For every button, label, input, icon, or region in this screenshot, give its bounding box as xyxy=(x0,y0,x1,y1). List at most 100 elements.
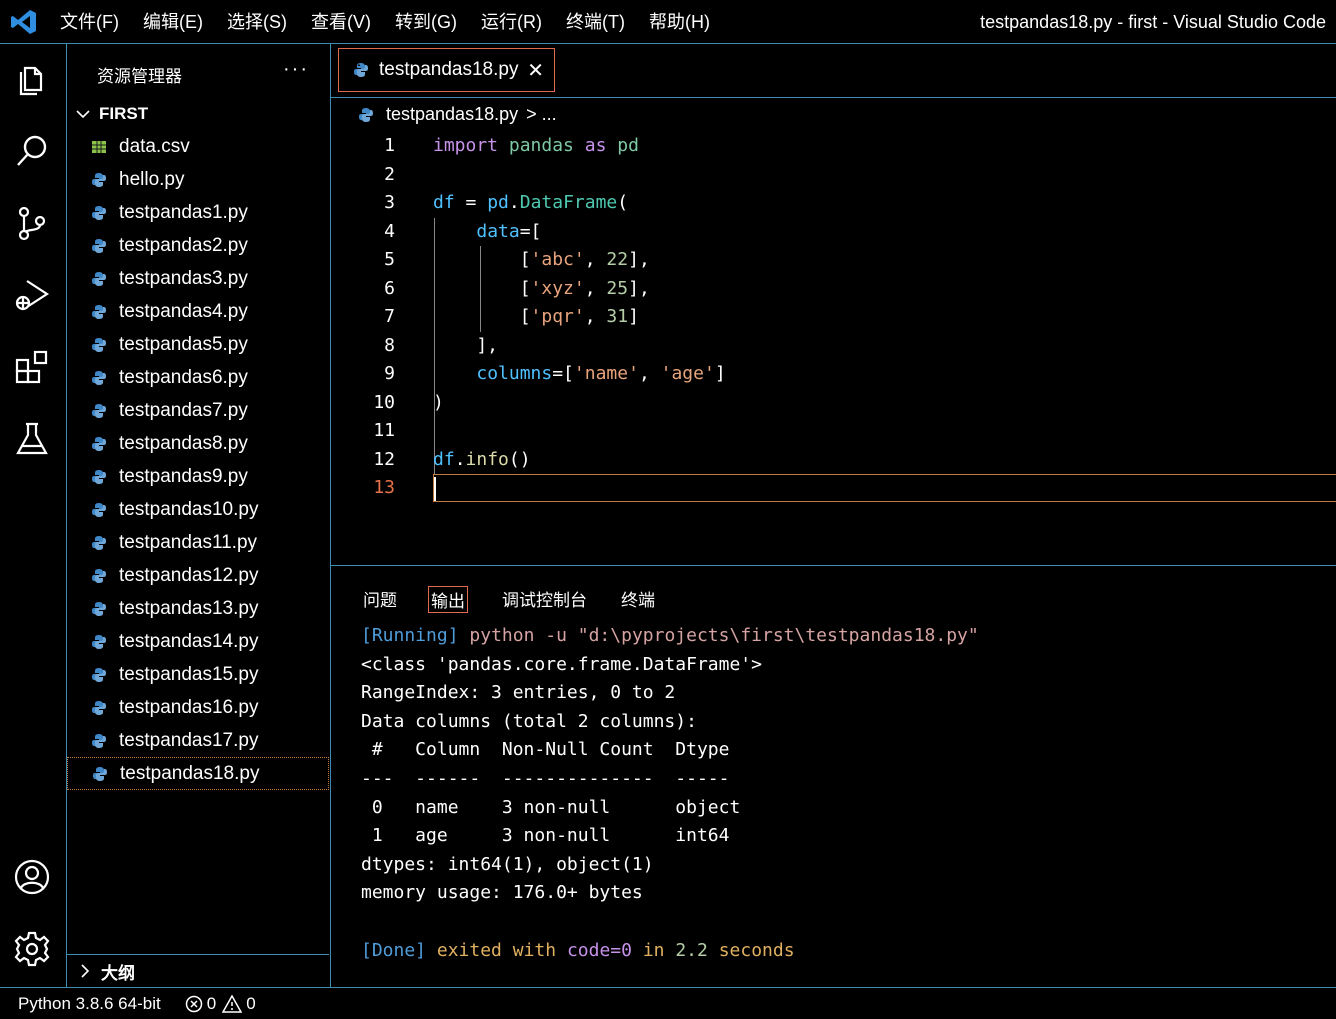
file-name: testpandas10.py xyxy=(119,498,259,520)
file-name: testpandas11.py xyxy=(119,531,258,553)
done-text: exited with xyxy=(436,939,557,961)
status-bar: Python 3.8.6 64-bit 0 0 xyxy=(0,987,1336,1019)
file-item[interactable]: testpandas2.py xyxy=(67,229,329,262)
menu-bar: 文件(F) 编辑(E) 选择(S) 查看(V) 转到(G) 运行(R) 终端(T… xyxy=(60,10,734,34)
error-icon xyxy=(185,995,202,1012)
editor-tabs: testpandas18.py ✕ xyxy=(331,44,1336,98)
output-line: RangeIndex: 3 entries, 0 to 2 xyxy=(361,682,676,704)
breadcrumb-file[interactable]: testpandas18.py xyxy=(386,104,518,125)
file-item[interactable]: testpandas6.py xyxy=(67,361,329,394)
line-number: 1 xyxy=(384,135,395,156)
vscode-logo-icon xyxy=(11,10,36,34)
done-tag: [Done] xyxy=(361,939,427,961)
file-item[interactable]: testpandas1.py xyxy=(67,196,329,229)
file-item[interactable]: data.csv xyxy=(67,130,329,163)
breadcrumb-rest[interactable]: > ... xyxy=(526,104,557,125)
tab-output[interactable]: 输出 xyxy=(428,586,468,613)
output-line: # Column Non-Null Count Dtype xyxy=(361,739,741,761)
menu-help[interactable]: 帮助(H) xyxy=(649,10,710,34)
line-number: 7 xyxy=(384,306,395,327)
tab-label: testpandas18.py xyxy=(379,59,519,80)
menu-view[interactable]: 查看(V) xyxy=(311,10,371,34)
python-file-icon xyxy=(92,502,106,517)
file-item[interactable]: testpandas15.py xyxy=(67,658,329,691)
file-item[interactable]: testpandas11.py xyxy=(67,526,329,559)
file-item[interactable]: testpandas18.py xyxy=(67,757,329,790)
file-item[interactable]: testpandas12.py xyxy=(67,559,329,592)
file-name: testpandas16.py xyxy=(119,696,259,718)
more-actions-button[interactable]: ··· xyxy=(283,58,309,81)
tab-terminal[interactable]: 终端 xyxy=(621,586,655,613)
file-item[interactable]: testpandas14.py xyxy=(67,625,329,658)
python-file-icon xyxy=(92,634,106,649)
problems-status[interactable]: 0 0 xyxy=(185,994,256,1014)
line-number: 12 xyxy=(373,448,395,470)
file-item[interactable]: testpandas13.py xyxy=(67,592,329,625)
menu-edit[interactable]: 编辑(E) xyxy=(143,10,203,34)
source-control-icon[interactable] xyxy=(13,204,51,242)
done-time: 2.2 xyxy=(675,939,708,961)
menu-go[interactable]: 转到(G) xyxy=(395,10,457,34)
folder-header[interactable]: FIRST xyxy=(75,104,148,124)
current-line-highlight xyxy=(433,474,1336,502)
output-log[interactable]: [Running] python -u "d:\pyprojects\first… xyxy=(361,622,979,965)
code-line-12: df.info() xyxy=(433,448,531,470)
file-item[interactable]: testpandas8.py xyxy=(67,427,329,460)
activity-bar xyxy=(0,44,67,987)
python-file-icon xyxy=(93,766,107,781)
window-title: testpandas18.py - first - Visual Studio … xyxy=(980,12,1326,32)
done-in: in xyxy=(642,939,665,961)
outline-section[interactable]: 大纲 xyxy=(67,954,329,987)
file-name: testpandas18.py xyxy=(120,762,260,784)
file-item[interactable]: testpandas17.py xyxy=(67,724,329,757)
file-item[interactable]: testpandas10.py xyxy=(67,493,329,526)
file-item[interactable]: testpandas5.py xyxy=(67,328,329,361)
search-icon[interactable] xyxy=(13,132,51,170)
python-file-icon xyxy=(92,601,106,616)
file-item[interactable]: testpandas7.py xyxy=(67,394,329,427)
code-line-3: df = pd.DataFrame( xyxy=(433,192,629,213)
panel-tabs: 问题 输出 调试控制台 终端 xyxy=(363,586,689,613)
file-item[interactable]: testpandas9.py xyxy=(67,460,329,493)
menu-selection[interactable]: 选择(S) xyxy=(227,10,287,34)
folder-name: FIRST xyxy=(99,104,149,123)
run-debug-icon[interactable] xyxy=(13,276,51,314)
run-command: python -u "d:\pyprojects\first\testpanda… xyxy=(469,625,979,646)
file-name: testpandas7.py xyxy=(119,399,248,421)
error-count: 0 xyxy=(206,993,217,1013)
settings-gear-icon[interactable] xyxy=(13,930,51,968)
code-editor[interactable]: 1 2 3 4 5 6 7 8 9 10 11 12 13 import pandas as pd df… xyxy=(331,132,1336,562)
tab-testpandas18[interactable]: testpandas18.py ✕ xyxy=(338,48,555,92)
tab-problems[interactable]: 问题 xyxy=(363,586,397,613)
line-number: 2 xyxy=(384,163,395,185)
code-line-7: ['pqr', 31] xyxy=(433,306,639,327)
testing-icon[interactable] xyxy=(13,420,51,458)
csv-file-icon xyxy=(92,140,106,153)
file-item[interactable]: testpandas4.py xyxy=(67,295,329,328)
menu-file[interactable]: 文件(F) xyxy=(60,10,119,34)
python-interpreter[interactable]: Python 3.8.6 64-bit xyxy=(18,994,161,1014)
file-item[interactable]: testpandas16.py xyxy=(67,691,329,724)
tab-debug-console[interactable]: 调试控制台 xyxy=(502,586,587,613)
explorer-icon[interactable] xyxy=(13,60,51,98)
file-tree: data.csv hello.py testpandas1.py testpandas… xyxy=(67,130,329,790)
running-tag: [Running] xyxy=(361,625,459,646)
file-name: testpandas17.py xyxy=(119,729,259,751)
line-number: 8 xyxy=(384,334,395,356)
file-item[interactable]: testpandas3.py xyxy=(67,262,329,295)
line-number: 11 xyxy=(373,420,395,441)
file-item[interactable]: hello.py xyxy=(67,163,329,196)
menu-run[interactable]: 运行(R) xyxy=(481,10,542,34)
warning-count: 0 xyxy=(246,993,256,1013)
title-bar: 文件(F) 编辑(E) 选择(S) 查看(V) 转到(G) 运行(R) 终端(T… xyxy=(0,0,1336,44)
extensions-icon[interactable] xyxy=(13,348,51,386)
line-number: 5 xyxy=(384,249,395,270)
python-file-icon xyxy=(92,667,106,682)
code-line-5: ['abc', 22], xyxy=(433,249,650,270)
python-file-icon xyxy=(92,535,106,550)
tab-close-button[interactable]: ✕ xyxy=(527,58,544,83)
menu-terminal[interactable]: 终端(T) xyxy=(566,10,625,34)
file-name: testpandas8.py xyxy=(119,432,248,454)
account-icon[interactable] xyxy=(13,858,51,896)
output-done-line: [Done] exited with code=0 in 2.2 seconds xyxy=(361,937,979,966)
